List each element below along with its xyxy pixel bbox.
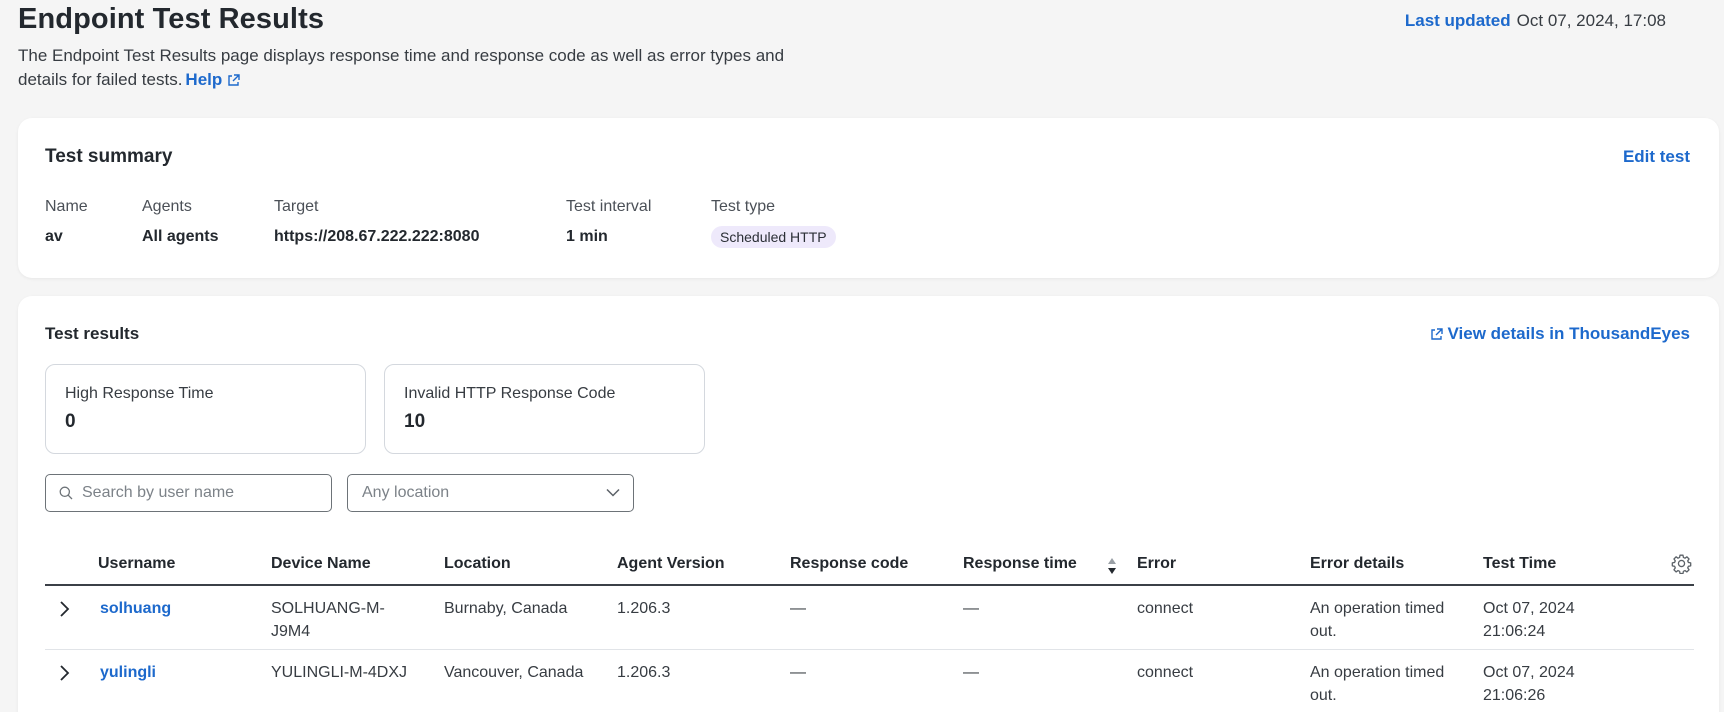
col-response-time[interactable]: Response time <box>963 555 1077 573</box>
summary-interval-label: Test interval <box>566 198 652 215</box>
col-agent-version[interactable]: Agent Version <box>617 555 725 573</box>
search-input[interactable] <box>82 475 322 510</box>
test-results-card: Test results View details in ThousandEye… <box>18 296 1719 712</box>
page-title: Endpoint Test Results <box>18 3 325 35</box>
agent-version-cell: 1.206.3 <box>617 664 671 681</box>
location-cell: Burnaby, Canada <box>444 600 568 617</box>
col-response-code[interactable]: Response code <box>790 555 908 573</box>
col-username[interactable]: Username <box>98 555 175 573</box>
error-details-line1: An operation timed <box>1310 664 1445 681</box>
results-title: Test results <box>45 324 140 343</box>
search-icon <box>59 486 73 500</box>
error-cell: connect <box>1137 664 1194 681</box>
col-error-details[interactable]: Error details <box>1310 555 1404 573</box>
test-time-clock: 21:06:24 <box>1483 623 1546 640</box>
summary-title: Test summary <box>45 146 173 167</box>
help-label: Help <box>185 70 223 89</box>
col-device-name[interactable]: Device Name <box>271 555 371 573</box>
username-link[interactable]: solhuang <box>100 597 171 620</box>
username-link[interactable]: yulingli <box>100 661 156 684</box>
device-name-line1: YULINGLI-M-4DXJ <box>271 664 408 681</box>
response-time-cell: — <box>963 600 979 617</box>
summary-agents-value: All agents <box>142 228 219 245</box>
summary-test-type-label: Test type <box>711 198 776 215</box>
stat-high-response-time[interactable]: High Response Time 0 <box>45 364 366 454</box>
test-time-cell: Oct 07, 2024 21:06:26 <box>1483 661 1575 707</box>
stat-invalid-response-code[interactable]: Invalid HTTP Response Code 10 <box>384 364 705 454</box>
gear-icon[interactable] <box>1671 553 1692 574</box>
location-select-value: Any location <box>362 484 450 501</box>
test-time-date: Oct 07, 2024 <box>1483 600 1575 617</box>
description-text: The Endpoint Test Results page displays … <box>18 46 785 89</box>
stat-value: 0 <box>65 411 76 432</box>
edit-test-link[interactable]: Edit test <box>1623 147 1690 167</box>
summary-test-type: Test type Scheduled HTTP <box>711 198 836 248</box>
location-select[interactable]: Any location <box>347 474 634 512</box>
response-code-cell: — <box>790 600 806 617</box>
test-time-clock: 21:06:26 <box>1483 687 1546 704</box>
col-test-time[interactable]: Test Time <box>1483 555 1556 573</box>
error-details-cell: An operation timed out. <box>1310 661 1444 707</box>
table-row: solhuang SOLHUANG-M- J9M4 Burnaby, Canada… <box>45 586 1694 650</box>
stat-label: Invalid HTTP Response Code <box>404 385 616 402</box>
location-cell: Vancouver, Canada <box>444 664 584 681</box>
col-error[interactable]: Error <box>1137 555 1176 573</box>
summary-interval-value: 1 min <box>566 228 608 245</box>
test-type-badge: Scheduled HTTP <box>711 226 836 248</box>
agent-version-cell: 1.206.3 <box>617 600 671 617</box>
test-time-cell: Oct 07, 2024 21:06:24 <box>1483 597 1575 643</box>
device-name-line1: SOLHUANG-M- <box>271 600 385 617</box>
last-updated-label: Last updated <box>1404 11 1511 30</box>
summary-target: Target https://208.67.222.222:8080 <box>274 198 479 246</box>
results-table: Username Device Name Location Agent Vers… <box>45 546 1694 712</box>
summary-interval: Test interval 1 min <box>566 198 651 246</box>
test-summary-card: Test summary Edit test Name av Agents Al… <box>18 118 1719 278</box>
last-updated-value: Oct 07, 2024, 17:08 <box>1516 11 1666 30</box>
summary-target-label: Target <box>274 198 319 215</box>
summary-name-label: Name <box>45 198 88 215</box>
chevron-right-icon[interactable] <box>57 600 71 618</box>
device-name-cell: SOLHUANG-M- J9M4 <box>271 597 385 643</box>
page-description: The Endpoint Test Results page displays … <box>18 44 818 92</box>
summary-target-value: https://208.67.222.222:8080 <box>274 228 480 245</box>
sort-icon[interactable] <box>1107 557 1117 575</box>
error-details-line2: out. <box>1310 687 1337 704</box>
col-location[interactable]: Location <box>444 555 511 573</box>
chevron-down-icon <box>606 488 620 497</box>
search-box <box>45 474 332 512</box>
summary-agents: Agents All agents <box>142 198 218 246</box>
summary-name: Name av <box>45 198 88 246</box>
summary-agents-label: Agents <box>142 198 192 215</box>
error-cell: connect <box>1137 600 1194 617</box>
test-time-date: Oct 07, 2024 <box>1483 664 1575 681</box>
external-link-icon <box>228 74 240 86</box>
device-name-line2: J9M4 <box>271 623 311 640</box>
view-details-label: View details in ThousandEyes <box>1447 324 1690 343</box>
chevron-right-icon[interactable] <box>57 664 71 682</box>
response-time-cell: — <box>963 664 979 681</box>
stat-value: 10 <box>404 411 426 432</box>
help-link[interactable]: Help <box>185 70 240 89</box>
last-updated: Last updated Oct 07, 2024, 17:08 <box>1405 11 1666 31</box>
page: Endpoint Test Results The Endpoint Test … <box>0 0 1724 712</box>
view-details-link[interactable]: View details in ThousandEyes <box>1430 324 1690 344</box>
summary-name-value: av <box>45 228 63 245</box>
response-code-cell: — <box>790 664 806 681</box>
stat-label: High Response Time <box>65 385 214 402</box>
device-name-cell: YULINGLI-M-4DXJ <box>271 661 407 684</box>
error-details-line2: out. <box>1310 623 1337 640</box>
error-details-cell: An operation timed out. <box>1310 597 1444 643</box>
external-link-icon <box>1430 328 1443 340</box>
error-details-line1: An operation timed <box>1310 600 1445 617</box>
table-header: Username Device Name Location Agent Vers… <box>45 546 1694 586</box>
table-row: yulingli YULINGLI-M-4DXJ Vancouver, Cana… <box>45 650 1694 712</box>
